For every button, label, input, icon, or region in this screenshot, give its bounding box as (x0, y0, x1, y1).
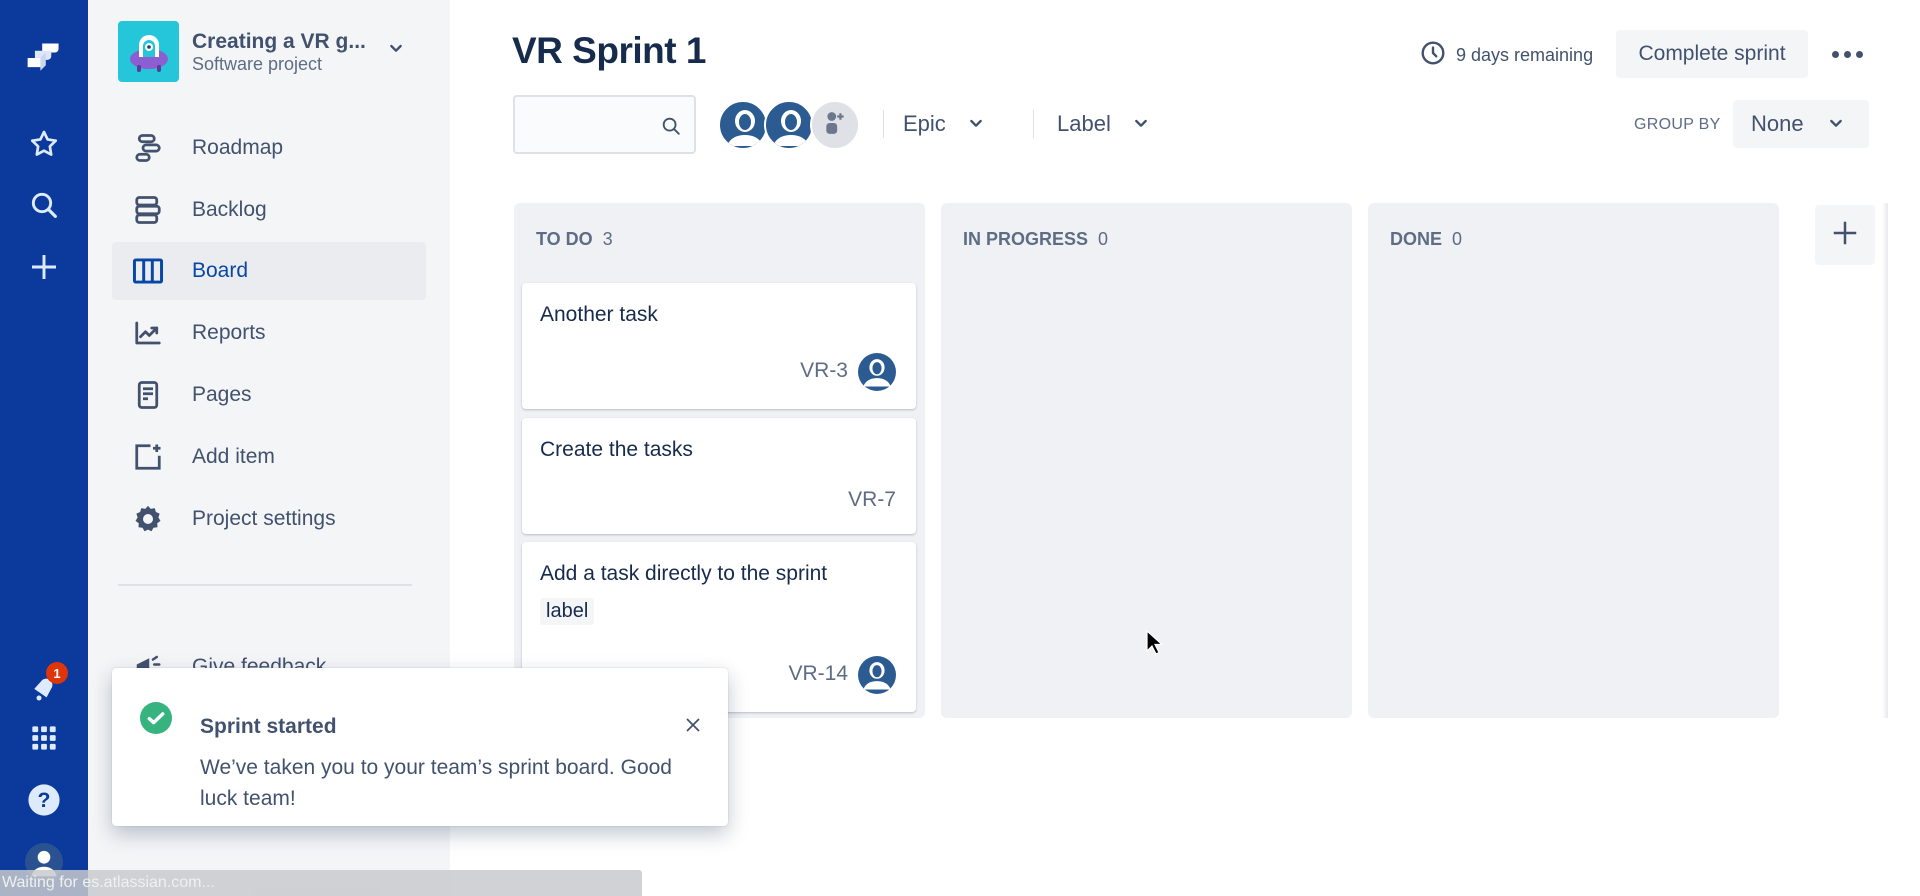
column-header: DONE 0 (1390, 229, 1462, 250)
sidebar-item-label: Board (192, 259, 249, 282)
sprint-time-remaining: 9 days remaining (1420, 40, 1593, 71)
more-actions-icon[interactable] (1825, 38, 1869, 70)
issue-label: label (540, 598, 595, 625)
project-type: Software project (192, 53, 323, 74)
backlog-icon (128, 195, 168, 225)
roadmap-icon (128, 133, 168, 163)
svg-text:?: ? (38, 788, 51, 812)
sidebar-divider (118, 584, 412, 586)
epic-filter-label: Epic (903, 111, 946, 136)
label-filter[interactable]: Label (1057, 108, 1149, 140)
flag-title: Sprint started (200, 715, 337, 738)
sidebar-item-label: Reports (192, 321, 266, 344)
clock-icon (1420, 40, 1446, 71)
column-count: 0 (1098, 229, 1109, 249)
column-count: 0 (1452, 229, 1463, 249)
chevron-down-icon (1133, 111, 1149, 137)
close-icon[interactable] (678, 710, 708, 740)
remaining-text: 9 days remaining (1456, 45, 1594, 65)
board-scroll-shadow (1882, 203, 1888, 718)
assignee-avatar (858, 656, 896, 694)
issue-key: VR-14 (788, 662, 848, 685)
group-by-select[interactable]: None (1733, 100, 1869, 148)
jira-logo-icon[interactable] (24, 38, 64, 78)
group-by-label: GROUP BY (1634, 116, 1721, 133)
mouse-cursor-icon (1146, 629, 1164, 661)
sidebar-item-label: Add item (192, 445, 275, 468)
issue-key: VR-3 (800, 359, 848, 382)
add-item-icon (128, 442, 168, 472)
project-name: Creating a VR g... (192, 29, 366, 53)
sprint-started-flag: Sprint started We’ve taken you to your t… (112, 668, 728, 826)
notifications-badge: 1 (46, 662, 68, 684)
issue-key: VR-7 (848, 488, 896, 511)
issue-summary: Another task (540, 303, 658, 326)
column-todo: TO DO 3 Another task VR-3 Create the task… (514, 203, 925, 718)
page-title: VR Sprint 1 (512, 30, 706, 71)
assignee-avatar[interactable] (764, 100, 814, 150)
filter-divider (883, 110, 884, 138)
global-navigation: 1 ? (0, 0, 88, 896)
sidebar-item-label: Pages (192, 383, 252, 406)
sidebar-item-label: Roadmap (192, 136, 284, 159)
sidebar-item-board[interactable]: Board (112, 242, 426, 300)
column-count: 3 (602, 229, 613, 249)
project-header[interactable]: Creating a VR g... Software project (118, 21, 366, 82)
sidebar-item-reports[interactable]: Reports (112, 304, 426, 362)
sidebar-item-roadmap[interactable]: Roadmap (112, 119, 426, 177)
column-name: DONE (1390, 229, 1443, 249)
flag-body: We’ve taken you to your team’s sprint bo… (200, 756, 672, 810)
pages-icon (128, 380, 168, 410)
search-field (513, 95, 696, 154)
search-icon[interactable] (24, 185, 64, 225)
add-person-icon (822, 110, 848, 141)
gear-icon (128, 504, 168, 534)
star-icon[interactable] (24, 124, 64, 164)
notifications-icon[interactable]: 1 (24, 662, 68, 708)
board-icon (128, 256, 168, 286)
epic-filter[interactable]: Epic (903, 108, 984, 140)
sidebar-item-label: Project settings (192, 507, 336, 530)
reports-icon (128, 318, 168, 348)
issue-card[interactable]: Create the tasks VR-7 (522, 418, 916, 534)
help-icon[interactable]: ? (24, 780, 64, 820)
issue-card[interactable]: Another task VR-3 (522, 283, 916, 409)
project-avatar (118, 21, 179, 82)
app-switcher-icon[interactable] (24, 718, 64, 758)
complete-sprint-button[interactable]: Complete sprint (1616, 30, 1808, 78)
column-done: DONE 0 (1368, 203, 1779, 718)
sidebar-item-backlog[interactable]: Backlog (112, 181, 426, 239)
success-check-icon (140, 702, 172, 739)
column-name: IN PROGRESS (963, 229, 1089, 249)
group-by-value: None (1751, 111, 1804, 136)
add-column-button[interactable] (1815, 205, 1875, 265)
chevron-down-icon (968, 111, 984, 137)
browser-status-bar: Waiting for es.atlassian.com... (0, 870, 642, 896)
chevron-down-icon (1828, 111, 1844, 137)
sidebar-item-label: Backlog (192, 198, 267, 221)
search-icon (660, 115, 682, 142)
column-name: TO DO (536, 229, 593, 249)
sidebar-item-pages[interactable]: Pages (112, 366, 426, 424)
column-header: IN PROGRESS 0 (963, 229, 1108, 250)
sidebar-item-project-settings[interactable]: Project settings (112, 490, 426, 548)
issue-summary: Create the tasks (540, 438, 693, 461)
jira-app: 1 ? Creating a VR g... Software project (0, 0, 1920, 896)
assignee-avatar[interactable] (718, 100, 768, 150)
sidebar-item-add-item[interactable]: Add item (112, 428, 426, 486)
assignee-avatar (858, 353, 896, 391)
label-filter-label: Label (1057, 111, 1111, 136)
issue-summary: Add a task directly to the sprint (540, 562, 828, 585)
add-people-button[interactable] (810, 100, 860, 150)
filter-divider (1033, 110, 1034, 138)
create-icon[interactable] (24, 247, 64, 287)
plus-icon (1830, 218, 1860, 253)
chevron-down-icon[interactable] (388, 40, 404, 61)
column-header: TO DO 3 (536, 229, 613, 250)
search-input[interactable] (515, 97, 655, 152)
